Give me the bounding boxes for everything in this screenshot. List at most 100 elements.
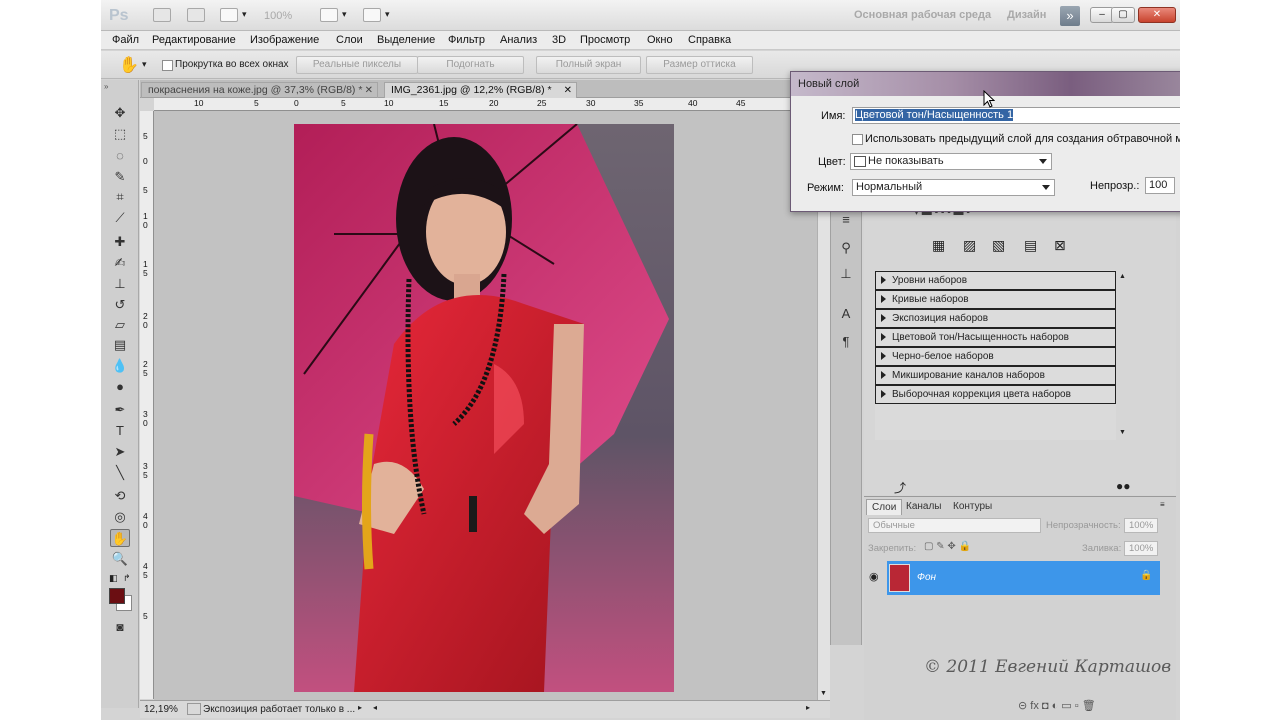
- lock-icons[interactable]: ▢ ✎ ✥ 🔒: [924, 541, 971, 552]
- chevron-down-icon[interactable]: ▾: [242, 9, 247, 20]
- collapse-panel-icon[interactable]: »: [104, 82, 108, 91]
- menu-view[interactable]: Просмотр: [580, 34, 630, 46]
- type-tool-icon[interactable]: T: [110, 422, 130, 440]
- chevron-down-icon[interactable]: ▾: [142, 59, 147, 70]
- blend-mode-select[interactable]: Обычные: [868, 518, 1041, 533]
- workspace-design[interactable]: Дизайн: [1007, 9, 1046, 21]
- preset-hue-saturation[interactable]: Цветовой тон/Насыщенность наборов: [875, 328, 1116, 347]
- eyedropper-tool-icon[interactable]: ⟋: [110, 209, 130, 227]
- menu-file[interactable]: Файл: [112, 34, 139, 46]
- tab-paths[interactable]: Контуры: [948, 499, 997, 515]
- expand-triangle-icon[interactable]: [881, 276, 886, 284]
- print-size-button[interactable]: Размер оттиска: [646, 56, 753, 74]
- chevron-down-icon[interactable]: ▾: [385, 9, 390, 20]
- marquee-tool-icon[interactable]: ⬚: [110, 125, 130, 143]
- invert-icon[interactable]: ▨: [963, 237, 976, 254]
- history-brush-tool-icon[interactable]: ↺: [110, 296, 130, 314]
- healing-brush-tool-icon[interactable]: ✚: [110, 233, 130, 251]
- hand-tool-icon[interactable]: ✋: [110, 529, 130, 547]
- minibridge-icon[interactable]: [187, 8, 205, 22]
- blur-tool-icon[interactable]: 💧: [110, 357, 130, 375]
- fill-field[interactable]: 100%: [1124, 541, 1158, 556]
- tab-document-1[interactable]: покраснения на коже.jpg @ 37,3% (RGB/8) …: [141, 82, 378, 98]
- maximize-button[interactable]: ▢: [1111, 7, 1135, 23]
- opacity-field[interactable]: 100%: [1124, 518, 1158, 533]
- gradient-map-icon[interactable]: ▤: [1024, 237, 1037, 254]
- document-image[interactable]: [294, 124, 674, 692]
- quick-selection-tool-icon[interactable]: ✎: [110, 168, 130, 186]
- expand-triangle-icon[interactable]: [881, 333, 886, 341]
- menu-image[interactable]: Изображение: [250, 34, 319, 46]
- menu-filter[interactable]: Фильтр: [448, 34, 485, 46]
- zoom-status[interactable]: 12,19%: [144, 704, 178, 715]
- actual-pixels-button[interactable]: Реальные пикселы: [296, 56, 418, 74]
- photo-filter-icon[interactable]: ▦: [932, 237, 945, 254]
- tab-document-2[interactable]: IMG_2361.jpg @ 12,2% (RGB/8) * ✕: [384, 82, 577, 98]
- expand-triangle-icon[interactable]: [881, 314, 886, 322]
- menu-help[interactable]: Справка: [688, 34, 731, 46]
- status-menu-icon[interactable]: ▸: [358, 703, 362, 712]
- preset-channel-mixer[interactable]: Микширование каналов наборов: [875, 366, 1116, 385]
- close-icon[interactable]: ✕: [564, 83, 572, 98]
- use-previous-checkbox[interactable]: [852, 134, 863, 145]
- more-workspaces-button[interactable]: »: [1060, 6, 1080, 26]
- panel-menu-icon[interactable]: ≡: [1160, 500, 1165, 509]
- character-icon[interactable]: A: [838, 306, 854, 322]
- scroll-down-icon[interactable]: ▼: [820, 690, 827, 697]
- lasso-tool-icon[interactable]: ◌: [110, 147, 130, 165]
- menu-window[interactable]: Окно: [647, 34, 673, 46]
- menu-select[interactable]: Выделение: [377, 34, 435, 46]
- menu-3d[interactable]: 3D: [552, 34, 566, 46]
- dodge-tool-icon[interactable]: ●: [110, 378, 130, 396]
- move-tool-icon[interactable]: ✥: [110, 104, 130, 122]
- menu-layers[interactable]: Слои: [336, 34, 363, 46]
- view-extras-icon[interactable]: [220, 8, 238, 22]
- scroll-up-icon[interactable]: ▲: [1119, 273, 1126, 280]
- expand-triangle-icon[interactable]: [881, 352, 886, 360]
- zoom-level[interactable]: 100%: [264, 10, 292, 22]
- preset-selective-color[interactable]: Выборочная коррекция цвета наборов: [875, 385, 1116, 404]
- foreground-color-swatch[interactable]: [109, 588, 125, 604]
- scroll-down-icon[interactable]: ▼: [1119, 429, 1126, 436]
- mode-select[interactable]: Нормальный: [852, 179, 1055, 196]
- eye-icon[interactable]: ◉: [869, 570, 879, 583]
- swap-colors-icon[interactable]: ↱: [123, 573, 131, 584]
- scroll-right-icon[interactable]: ▸: [806, 703, 810, 712]
- preset-exposure[interactable]: Экспозиция наборов: [875, 309, 1116, 328]
- layer-background[interactable]: Фон 🔒: [887, 561, 1160, 595]
- tab-channels[interactable]: Каналы: [901, 499, 947, 515]
- posterize-icon[interactable]: ▧: [992, 237, 1005, 254]
- pen-tool-icon[interactable]: ✒: [110, 401, 130, 419]
- tool-presets-icon[interactable]: ⚲: [838, 240, 854, 256]
- workspace-essentials[interactable]: Основная рабочая среда: [854, 9, 991, 21]
- expand-triangle-icon[interactable]: [881, 390, 886, 398]
- clone-source-icon[interactable]: ≡: [838, 212, 854, 228]
- layer-name[interactable]: Фон: [917, 572, 936, 583]
- expand-triangle-icon[interactable]: [881, 295, 886, 303]
- adjustment-options-icon[interactable]: ●●: [1116, 479, 1131, 493]
- scroll-all-checkbox[interactable]: [162, 60, 173, 71]
- 3d-rotate-tool-icon[interactable]: ⟲: [110, 487, 130, 505]
- fill-screen-button[interactable]: Полный экран: [536, 56, 641, 74]
- selective-color-icon[interactable]: ⊠: [1054, 237, 1066, 254]
- arrange-documents-icon[interactable]: [320, 8, 338, 22]
- preset-levels[interactable]: Уровни наборов: [875, 271, 1116, 290]
- default-colors-icon[interactable]: ◧: [109, 573, 118, 584]
- fit-screen-button[interactable]: Подогнать: [417, 56, 524, 74]
- preset-black-white[interactable]: Черно-белое наборов: [875, 347, 1116, 366]
- close-button[interactable]: ✕: [1138, 7, 1176, 23]
- paragraph-icon[interactable]: ¶: [838, 334, 854, 350]
- chevron-down-icon[interactable]: ▾: [342, 9, 347, 20]
- expand-triangle-icon[interactable]: [881, 371, 886, 379]
- path-selection-tool-icon[interactable]: ➤: [110, 443, 130, 461]
- menu-analysis[interactable]: Анализ: [500, 34, 537, 46]
- shape-tool-icon[interactable]: ╲: [110, 464, 130, 482]
- preset-curves[interactable]: Кривые наборов: [875, 290, 1116, 309]
- stamp-icon[interactable]: ⊥: [838, 266, 854, 282]
- close-icon[interactable]: ✕: [365, 83, 373, 98]
- tab-layers[interactable]: Слои: [866, 499, 903, 515]
- hand-tool-icon[interactable]: ✋: [119, 55, 139, 75]
- bridge-icon[interactable]: [153, 8, 171, 22]
- return-to-list-icon[interactable]: ⤴: [894, 479, 906, 496]
- scroll-left-icon[interactable]: ◂: [373, 703, 377, 712]
